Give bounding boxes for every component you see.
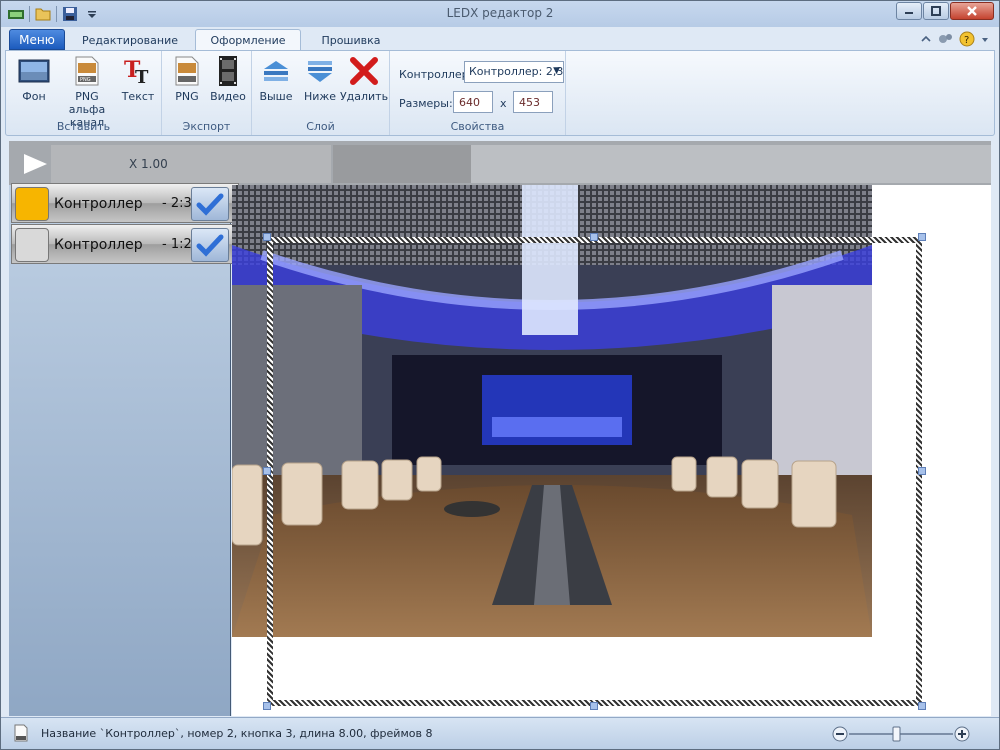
minimize-button[interactable] (896, 2, 922, 20)
ribbon-right-controls: ? (921, 31, 989, 50)
minimize-icon (905, 12, 913, 14)
layer-item[interactable]: Контроллер - 1:2 (11, 224, 239, 264)
resize-handle[interactable] (263, 702, 271, 710)
timeline-track[interactable] (471, 145, 991, 183)
window-controls (896, 2, 994, 20)
layer-up-button[interactable]: Выше (256, 55, 296, 103)
svg-text:PNG: PNG (80, 77, 91, 83)
close-icon (967, 6, 977, 16)
settings-icon[interactable] (937, 32, 953, 49)
group-layer-label: Слой (306, 120, 335, 133)
group-insert: Фон PNG PNG альфа канал T T Текст Встави… (6, 51, 162, 135)
chevron-down-icon: ▼ (553, 66, 560, 76)
text-icon: T T (124, 57, 149, 87)
size-x-label: x (500, 97, 507, 110)
group-export: PNG Видео Экспорт (162, 51, 252, 135)
resize-handle[interactable] (590, 233, 598, 241)
zoom-control[interactable] (831, 725, 971, 743)
checkmark-icon (196, 234, 224, 257)
film-icon (219, 56, 237, 86)
status-text: Название `Контроллер`, номер 2, кнопка 3… (41, 727, 433, 740)
maximize-icon (931, 6, 941, 16)
export-png-label: PNG (175, 90, 199, 103)
controller-label: Контроллер (399, 68, 469, 81)
ribbon: Фон PNG PNG альфа канал T T Текст Встави… (5, 50, 995, 136)
tab-design[interactable]: Оформление (195, 29, 301, 51)
background-button-label: Фон (22, 90, 46, 103)
png-alpha-button[interactable]: PNG PNG альфа канал (56, 55, 118, 129)
timeline: X 1.00 (9, 141, 991, 185)
layer-name: Контроллер (54, 196, 143, 212)
group-export-label: Экспорт (182, 120, 231, 133)
svg-text:T: T (135, 67, 149, 87)
export-png-button[interactable]: PNG (168, 55, 206, 103)
timeline-zoom-label: X 1.00 (129, 157, 168, 171)
layer-number: - 2:3 (162, 196, 192, 211)
layer-up-label: Выше (259, 90, 293, 103)
tab-firmware[interactable]: Прошивка (309, 29, 393, 51)
width-field[interactable]: 640 (453, 91, 493, 113)
png-file-icon (175, 56, 199, 86)
resize-handle[interactable] (263, 467, 271, 475)
svg-text:?: ? (964, 35, 969, 46)
timeline-track[interactable] (333, 145, 471, 183)
status-bar: Название `Контроллер`, номер 2, кнопка 3… (1, 717, 999, 749)
layer-down-label: Ниже (303, 90, 337, 103)
ribbon-tabs: Меню Редактирование Оформление Прошивка … (1, 27, 999, 51)
layer-item[interactable]: Контроллер - 2:3 (11, 183, 239, 223)
minimize-ribbon-icon[interactable] (921, 34, 931, 47)
png-file-icon: PNG (75, 56, 99, 86)
play-icon[interactable] (21, 152, 51, 176)
delete-x-icon (350, 57, 378, 85)
png-alpha-label-1: PNG альфа (68, 90, 106, 116)
layer-name: Контроллер (54, 237, 143, 253)
maximize-button[interactable] (923, 2, 949, 20)
delete-button[interactable]: Удалить (339, 55, 389, 103)
text-button-label: Текст (121, 90, 155, 103)
export-video-button[interactable]: Видео (208, 55, 248, 103)
document-icon (14, 724, 28, 742)
menu-button[interactable]: Меню (9, 29, 65, 50)
timeline-track[interactable] (51, 145, 331, 183)
controller-select[interactable]: Контроллер: 2,3 ▼ (464, 61, 564, 83)
arrow-down-icon (308, 61, 332, 82)
editor-canvas[interactable] (232, 185, 991, 716)
text-button[interactable]: T T Текст (118, 55, 158, 103)
background-image-icon (18, 59, 50, 83)
title-bar: LEDX редактор 2 (1, 1, 999, 27)
layer-number: - 1:2 (162, 237, 192, 252)
layer-visibility-toggle[interactable] (191, 187, 229, 221)
layer-visibility-toggle[interactable] (191, 228, 229, 262)
controller-select-value: Контроллер: 2,3 (469, 65, 564, 78)
height-field[interactable]: 453 (513, 91, 553, 113)
group-insert-label: Вставить (56, 120, 111, 133)
export-video-label: Видео (210, 90, 246, 103)
checkmark-icon (196, 193, 224, 216)
window-title: LEDX редактор 2 (446, 6, 554, 20)
resize-handle[interactable] (590, 702, 598, 710)
group-properties: Контроллер Контроллер: 2,3 ▼ Размеры: 64… (390, 51, 566, 135)
layer-down-button[interactable]: Ниже (300, 55, 340, 103)
background-button[interactable]: Фон (14, 55, 54, 103)
resize-handle[interactable] (918, 702, 926, 710)
layer-color-swatch[interactable] (15, 187, 49, 221)
group-properties-label: Свойства (450, 120, 505, 133)
resize-handle[interactable] (918, 233, 926, 241)
group-layer: Выше Ниже Удалить Слой (252, 51, 390, 135)
arrow-up-icon (264, 61, 288, 81)
app-window: LEDX редактор 2 Меню Редактирование Офор… (0, 0, 1000, 750)
tab-editing[interactable]: Редактирование (75, 29, 185, 51)
help-dropdown-icon[interactable] (981, 34, 989, 47)
selection-frame[interactable] (267, 237, 922, 706)
resize-handle[interactable] (918, 467, 926, 475)
close-button[interactable] (950, 2, 994, 20)
delete-label: Удалить (339, 90, 389, 103)
size-label: Размеры: (399, 97, 453, 110)
resize-handle[interactable] (263, 233, 271, 241)
help-icon[interactable]: ? (959, 31, 975, 50)
layer-color-swatch[interactable] (15, 228, 49, 262)
